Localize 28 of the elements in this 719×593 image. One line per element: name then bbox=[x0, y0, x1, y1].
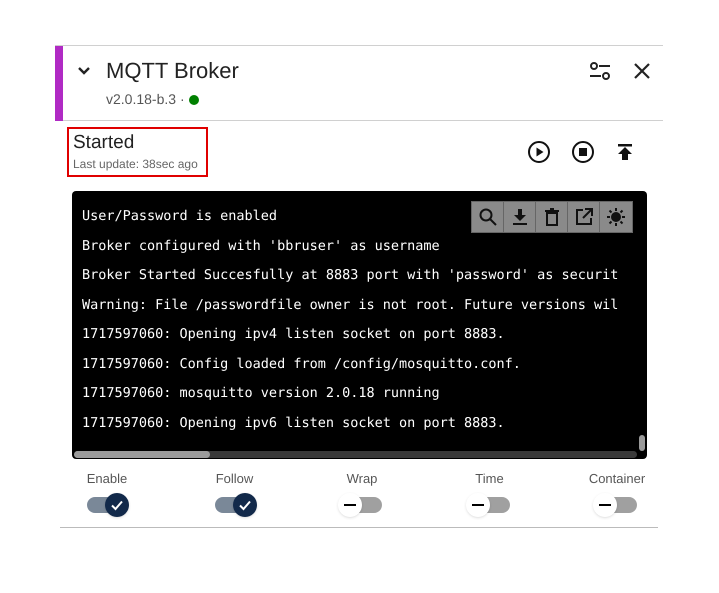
close-icon[interactable] bbox=[633, 62, 651, 80]
toggle-label: Enable bbox=[86, 470, 128, 488]
minus-icon bbox=[344, 504, 356, 506]
minus-icon bbox=[472, 504, 484, 506]
app-title: MQTT Broker bbox=[106, 57, 239, 85]
last-update-text: Last update: 38sec ago bbox=[73, 156, 199, 173]
chevron-down-icon[interactable] bbox=[77, 66, 91, 76]
log-line: 1717597060: mosquitto version 2.0.18 running bbox=[82, 384, 440, 402]
log-line: 1717597060: Config loaded from /config/mosquitto.conf. bbox=[82, 354, 521, 372]
vertical-scrollbar[interactable] bbox=[639, 435, 645, 451]
minus-icon bbox=[599, 504, 611, 506]
toggle-label: Container bbox=[588, 470, 646, 488]
log-line: User/Password is enabled bbox=[82, 207, 278, 225]
log-line: 1717597060: Opening ipv4 listen socket on port 8883. bbox=[82, 325, 505, 343]
log-line: Broker configured with 'bbruser' as username bbox=[82, 236, 440, 254]
status-text: Started bbox=[73, 131, 136, 155]
log-line: Broker Started Succesfully at 8883 port with 'password' as securit bbox=[82, 266, 618, 284]
horizontal-scrollbar[interactable] bbox=[74, 451, 637, 458]
log-line: 1717597060: Opening ipv6 listen socket on port 8883. bbox=[82, 414, 505, 432]
log-line: Warning: File /passwordfile owner is not root. Future versions wil bbox=[82, 296, 618, 314]
play-icon[interactable] bbox=[527, 140, 551, 164]
version-label: v2.0.18-b.3 · bbox=[106, 90, 185, 109]
toggle-label: Follow bbox=[216, 470, 254, 488]
upload-icon[interactable] bbox=[615, 142, 635, 162]
toggle-label: Time bbox=[475, 470, 504, 488]
settings-sliders-icon[interactable] bbox=[589, 61, 611, 81]
stop-icon[interactable] bbox=[571, 140, 595, 164]
toggle-label: Wrap bbox=[346, 470, 378, 488]
